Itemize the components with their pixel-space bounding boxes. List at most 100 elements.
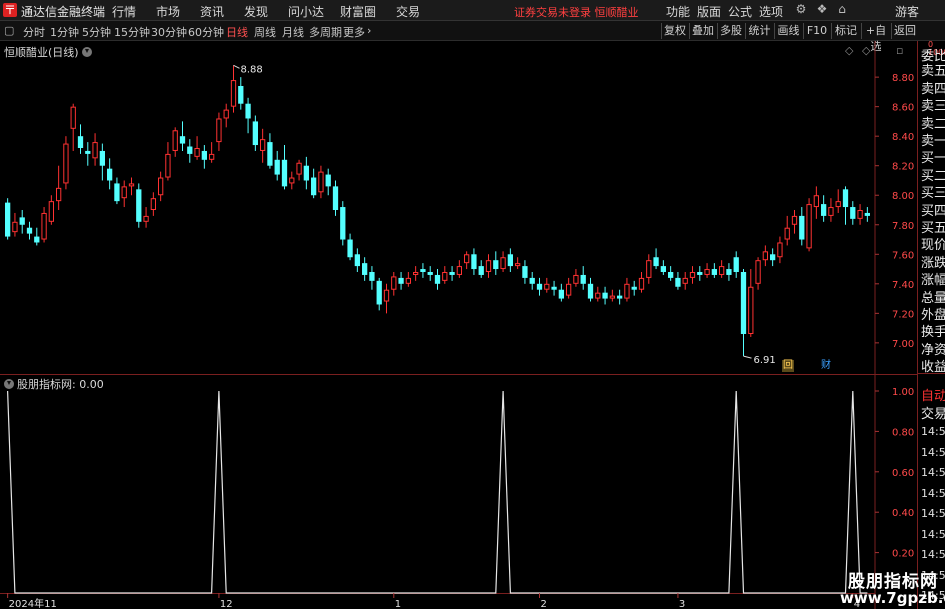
menu-quotes[interactable]: 行情 [112, 3, 136, 20]
chevron-down-icon[interactable] [82, 47, 93, 57]
high-pointer [233, 64, 240, 69]
menu-formula[interactable]: 公式 [728, 3, 752, 20]
multi-stock-button[interactable]: 多股 [717, 23, 744, 39]
candle [267, 142, 273, 166]
login-notice[interactable]: 证券交易未登录 恒顺醋业 [514, 4, 639, 20]
menu-trade[interactable]: 交易 [396, 3, 420, 20]
y-tick-label: 7.60 [892, 250, 914, 261]
adjust-button[interactable]: 复权 [661, 23, 688, 39]
candle [522, 266, 528, 278]
trade-label[interactable]: 交易 [921, 403, 945, 422]
chevron-down-icon[interactable] [4, 379, 14, 389]
period-60min[interactable]: 60分钟 [188, 24, 224, 40]
y-tick-label: 7.80 [892, 221, 914, 232]
menu-news[interactable]: 资讯 [200, 3, 224, 20]
skin-icon[interactable]: ❖ [815, 2, 829, 18]
auto-label[interactable]: 自动 [921, 385, 945, 404]
menu-bar: 通达信金融终端 行情 市场 资讯 发现 问小达 财富圈 交易 证券交易未登录 恒… [0, 0, 945, 21]
maximize-icon[interactable]: ▫ [896, 44, 903, 57]
f10-button[interactable]: F10 [803, 23, 830, 39]
candle [376, 280, 382, 305]
y-tick-label: 7.20 [892, 309, 914, 320]
candle [842, 189, 849, 208]
panel-label: 买一 [921, 151, 945, 167]
y-tick-label: 0.40 [892, 508, 914, 519]
candle [281, 159, 288, 187]
candle [332, 186, 339, 210]
y-tick-label: 8.00 [892, 191, 914, 202]
candle [260, 139, 266, 151]
period-5min[interactable]: 5分钟 [82, 24, 111, 40]
mark-button[interactable]: 标记 [831, 23, 860, 39]
menu-assistant[interactable]: 问小达 [288, 3, 324, 20]
candle [464, 254, 470, 264]
marker-hui[interactable]: 回 [782, 360, 794, 372]
candle [646, 260, 652, 278]
candle [128, 183, 135, 187]
candle [274, 159, 280, 175]
candle [340, 207, 346, 240]
candle [362, 263, 368, 275]
period-30min[interactable]: 30分钟 [151, 24, 187, 40]
chevron-right-icon[interactable]: › [367, 24, 371, 37]
candle [85, 150, 91, 154]
period-day[interactable]: 日线 [226, 24, 248, 40]
lock-icon[interactable]: ⌂ [835, 2, 849, 18]
candle [165, 153, 171, 178]
menu-discover[interactable]: 发现 [244, 3, 268, 20]
period-month[interactable]: 月线 [282, 24, 304, 40]
panel-label: 卖二 [921, 116, 945, 132]
candle [719, 266, 725, 275]
settings-icon[interactable]: ⚙ [794, 2, 808, 18]
period-15min[interactable]: 15分钟 [114, 24, 150, 40]
back-button[interactable]: 返回 [891, 23, 918, 39]
sidebar-toggle-icon[interactable]: ▢ [4, 24, 14, 37]
candle [558, 289, 564, 299]
y-tick-label: 0.20 [892, 549, 914, 560]
candle [5, 202, 11, 237]
candle [238, 86, 244, 104]
expand-icon[interactable]: ◇ [862, 44, 870, 57]
menu-options[interactable]: 选项 [759, 3, 783, 20]
high-label: 8.88 [241, 64, 263, 75]
candle [63, 143, 69, 184]
menu-function[interactable]: 功能 [666, 3, 690, 20]
y-tick-label: 7.40 [892, 280, 914, 291]
quote-side-panel: 01000 委比卖五卖四卖三卖二卖一买一买二买三买四买五现价涨跌涨幅总量外盘换手… [917, 41, 945, 609]
marker-cai[interactable]: 财 [820, 360, 832, 372]
candle [638, 277, 645, 290]
period-more[interactable]: 更多 [343, 24, 365, 40]
panel-label: 外盘 [921, 308, 945, 323]
menu-market[interactable]: 市场 [156, 3, 180, 20]
kline-chart[interactable]: 8.80 8.60 8.40 8.20 8.00 7.80 7.60 7.40 7.20 7.00… [0, 41, 917, 375]
trade-time: 14:56 [921, 548, 945, 561]
indicator-chart[interactable]: 1.000.800.600.400.202024年11 12 1 2 3 4 [0, 375, 917, 609]
period-fenshi[interactable]: 分时 [23, 24, 45, 40]
candle [478, 266, 484, 275]
x-tick-label: 3 [679, 599, 685, 609]
draw-line-button[interactable]: 画线 [774, 23, 802, 39]
user-label[interactable]: 游客 [895, 3, 919, 20]
diamond-icon[interactable]: ◇ [845, 44, 853, 57]
period-multi[interactable]: 多周期 [309, 24, 342, 40]
candle [26, 227, 33, 234]
period-1min[interactable]: 1分钟 [50, 24, 79, 40]
candle [201, 150, 207, 160]
candle [77, 136, 84, 148]
y-tick-label: 0.60 [892, 468, 914, 479]
candle [121, 186, 127, 199]
overlay-button[interactable]: 叠加 [689, 23, 716, 39]
add-watchlist-button[interactable]: +自选 [861, 23, 890, 53]
panel-label: 涨幅 [921, 273, 945, 289]
candle [136, 189, 142, 222]
candle [573, 274, 579, 284]
menu-layout[interactable]: 版面 [697, 3, 721, 20]
candle [92, 142, 98, 159]
stats-button[interactable]: 统计 [745, 23, 773, 39]
x-tick-label: 12 [220, 599, 233, 609]
period-week[interactable]: 周线 [254, 24, 276, 40]
candle [150, 198, 156, 210]
candle [624, 283, 630, 299]
menu-wealth[interactable]: 财富圈 [340, 3, 376, 20]
candle [245, 103, 251, 119]
